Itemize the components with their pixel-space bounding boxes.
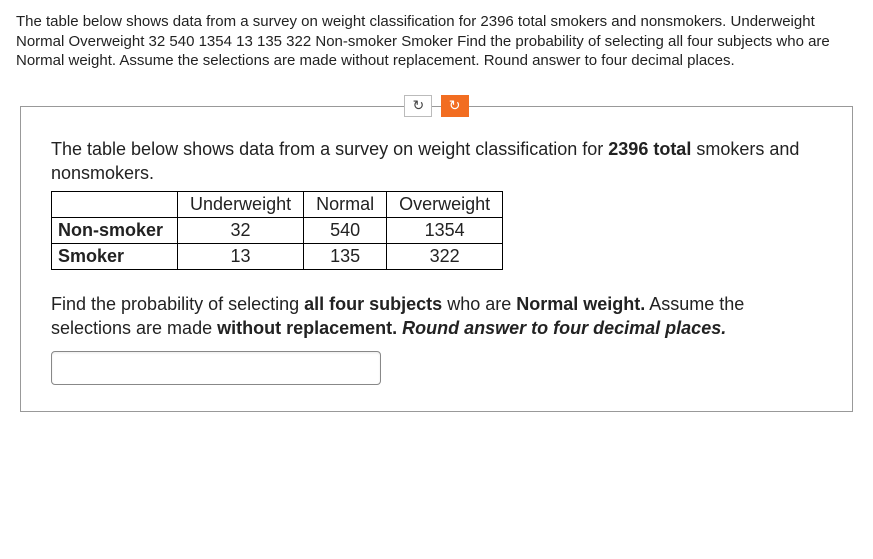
table-row: Smoker 13 135 322 (52, 244, 503, 270)
q-bold: Normal weight. (516, 294, 645, 314)
question-text: Find the probability of selecting all fo… (51, 292, 822, 341)
table-header-row: Underweight Normal Overweight (52, 192, 503, 218)
col-normal: Normal (304, 192, 387, 218)
cell-smoker-normal: 135 (304, 244, 387, 270)
cell-nonsmoker-underweight: 32 (178, 218, 304, 244)
q-bold: without replacement. (217, 318, 397, 338)
answer-input[interactable] (51, 351, 381, 385)
col-overweight: Overweight (387, 192, 503, 218)
table-corner-cell (52, 192, 178, 218)
q-part: who are (442, 294, 516, 314)
table-row: Non-smoker 32 540 1354 (52, 218, 503, 244)
reset-icon: ↻ (413, 97, 425, 114)
submit-icon: ↻ (449, 97, 461, 114)
submit-button[interactable]: ↻ (441, 95, 469, 117)
reset-button[interactable]: ↻ (404, 95, 432, 117)
cell-smoker-overweight: 322 (387, 244, 503, 270)
col-underweight: Underweight (178, 192, 304, 218)
data-table: Underweight Normal Overweight Non-smoker… (51, 191, 503, 270)
row-label-smoker: Smoker (52, 244, 178, 270)
problem-container: The table below shows data from a survey… (20, 106, 853, 412)
intro-total: 2396 total (608, 139, 691, 159)
intro-prefix: The table below shows data from a survey… (51, 139, 608, 159)
row-label-nonsmoker: Non-smoker (52, 218, 178, 244)
problem-summary-text: The table below shows data from a survey… (16, 12, 857, 71)
cell-nonsmoker-overweight: 1354 (387, 218, 503, 244)
control-bar: ↻ ↻ (16, 95, 857, 117)
q-bold: all four subjects (304, 294, 442, 314)
q-italic: Round answer to four decimal places. (402, 318, 726, 338)
cell-smoker-underweight: 13 (178, 244, 304, 270)
cell-nonsmoker-normal: 540 (304, 218, 387, 244)
intro-text: The table below shows data from a survey… (51, 137, 822, 186)
q-part: Find the probability of selecting (51, 294, 304, 314)
